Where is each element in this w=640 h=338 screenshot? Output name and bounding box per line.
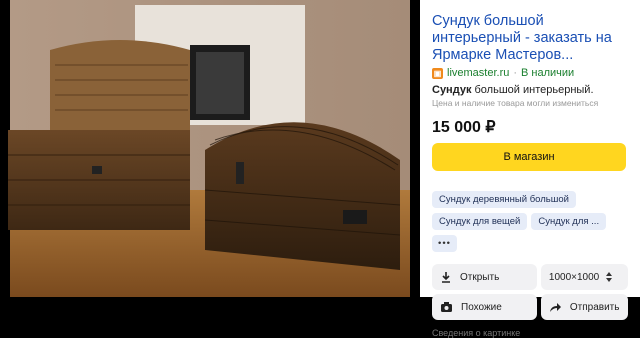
price-note: Цена и наличие товара могли измениться <box>432 98 599 108</box>
share-arrow-icon <box>549 303 561 312</box>
stepper-icon <box>606 272 612 282</box>
product-price: 15 000 ₽ <box>432 119 496 136</box>
similar-label: Похожие <box>461 301 502 313</box>
source-row: ▣ livemaster.ru · В наличии <box>432 66 628 80</box>
open-label: Открыть <box>460 271 500 283</box>
separator-dot: · <box>513 67 518 79</box>
size-label: 1000×1000 <box>548 271 600 283</box>
livemaster-favicon-icon: ▣ <box>432 67 443 79</box>
product-photo <box>8 0 410 297</box>
more-tags-button[interactable]: ••• <box>432 235 457 252</box>
tag-chip[interactable]: Сундук для ... <box>531 213 607 230</box>
download-icon <box>442 272 450 283</box>
product-title-link[interactable]: Сундук большой интерьерный - заказать на… <box>432 13 628 64</box>
camera-icon <box>441 302 452 312</box>
shop-button[interactable]: В магазин <box>432 143 626 171</box>
image-info-heading: Сведения о картинке <box>432 328 521 338</box>
description-bold: Сундук <box>432 84 472 96</box>
tag-chip[interactable]: Сундук деревянный большой <box>432 191 576 208</box>
share-button[interactable]: Отправить <box>540 294 628 320</box>
share-label: Отправить <box>569 301 620 313</box>
similar-button[interactable]: Похожие <box>432 294 537 320</box>
description-rest: большой интерьерный. <box>471 84 594 96</box>
action-buttons: Открыть 1000×1000 Похожие Отправить <box>432 264 628 320</box>
details-panel: Сундук большой интерьерный - заказать на… <box>420 0 640 338</box>
image-viewer[interactable] <box>0 0 420 297</box>
source-domain-link[interactable]: livemaster.ru <box>447 67 509 79</box>
size-selector[interactable]: 1000×1000 <box>540 264 628 290</box>
availability-status: В наличии <box>521 67 575 79</box>
open-button[interactable]: Открыть <box>432 264 537 290</box>
tag-chip[interactable]: Сундук для вещей <box>432 213 528 230</box>
product-description: Сундук большой интерьерный. <box>432 84 628 96</box>
tags-list: Сундук деревянный большой Сундук для вещ… <box>432 191 628 257</box>
